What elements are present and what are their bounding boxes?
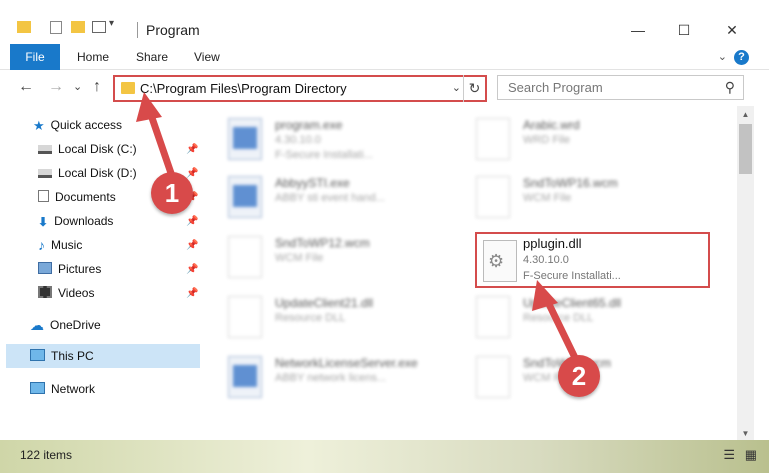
annotation-arrows	[136, 92, 584, 370]
step-2-badge: 2	[558, 355, 600, 397]
arrow-head-2	[532, 280, 558, 311]
arrow-head-1	[136, 92, 162, 122]
arrow-step-1	[146, 110, 176, 178]
step-1-badge: 1	[151, 172, 193, 214]
